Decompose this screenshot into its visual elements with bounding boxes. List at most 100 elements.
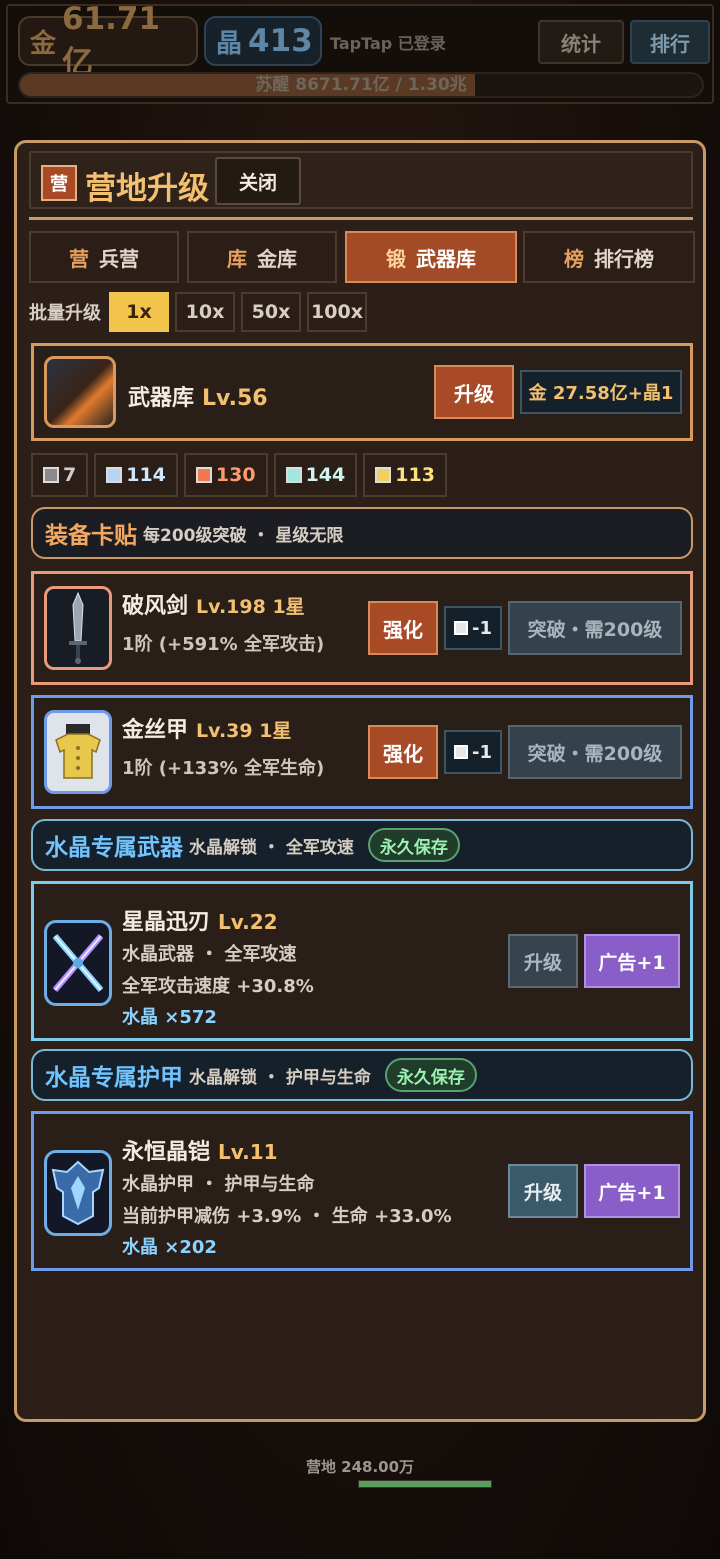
batch-upgrade-row: 批量升级 1x 10x 50x 100x [29, 291, 373, 333]
tab-label: 金库 [257, 246, 297, 271]
material-count: 114 [126, 464, 166, 486]
forge-icon: 锻 [386, 246, 406, 271]
section-title: 装备卡贴 [45, 523, 137, 549]
equipment-section-banner: 装备卡贴 每200级突破 ・ 星级无限 [31, 507, 693, 559]
crystal-weapon-title: 星晶迅刃 Lv.22 [122, 904, 278, 936]
strengthen-button[interactable]: 强化 [368, 601, 438, 655]
equipment-card-sword: 破风剑 Lv.198 1星 1阶 (+591% 全军攻击) 强化 -1 突破・需2… [31, 571, 693, 685]
equipment-title: 金丝甲 Lv.39 1星 [122, 712, 291, 744]
multiplier-1x[interactable]: 1x [109, 292, 169, 332]
camp-upgrade-panel: 营 营地升级 关闭 营 兵营 库 金库 锻 武器库 榜 排行榜 批量升级 1x … [14, 140, 706, 1422]
armor-icon [44, 710, 112, 794]
material-gray: 7 [31, 453, 89, 497]
silver-gem-icon [454, 621, 468, 635]
section-description: 每200级突破 ・ 星级无限 [143, 525, 344, 546]
tab-barracks[interactable]: 营 兵营 [29, 231, 179, 283]
tab-label: 兵营 [99, 246, 139, 271]
section-description: 水晶解锁 ・ 护甲与生命 [189, 1067, 371, 1088]
material-cost-chip: -1 [444, 606, 502, 650]
panel-title: 营地升级 [85, 171, 209, 207]
camp-icon: 营 [41, 165, 77, 201]
close-button[interactable]: 关闭 [215, 157, 301, 205]
camp-hp-bar [358, 1480, 492, 1488]
crystal-armor-level: Lv.11 [218, 1140, 278, 1164]
crystal-armor-icon [44, 1150, 112, 1236]
equipment-name: 金丝甲 [122, 718, 189, 743]
breakthrough-button[interactable]: 突破・需200级 [508, 601, 682, 655]
stats-button[interactable]: 统计 [538, 20, 624, 64]
blue-gem-icon [106, 467, 123, 483]
multiplier-50x[interactable]: 50x [241, 292, 301, 332]
breakthrough-button[interactable]: 突破・需200级 [508, 725, 682, 779]
tab-bar: 营 兵营 库 金库 锻 武器库 榜 排行榜 [29, 231, 695, 283]
barracks-icon: 营 [69, 246, 89, 271]
top-hud: 金 61.71亿 晶 413 TapTap 已登录 统计 排行 苏醒 8671.… [6, 1, 714, 104]
permanent-save-badge: 永久保存 [367, 828, 460, 862]
armory-name: 武器库 [128, 386, 195, 411]
treasury-icon: 库 [227, 246, 247, 271]
crystal-weapon-ad-button[interactable]: 广告+1 [584, 934, 680, 988]
crossed-blades-icon [44, 920, 112, 1006]
equipment-level: Lv.198 1星 [196, 596, 305, 618]
crystal-weapon-level: Lv.22 [218, 910, 278, 934]
awaken-progress-text: 苏醒 8671.71亿 / 1.30兆 [255, 75, 467, 95]
material-blue: 114 [94, 453, 178, 497]
sword-icon [44, 586, 112, 670]
armory-level: Lv.56 [202, 386, 268, 411]
material-count: 144 [305, 464, 346, 486]
crystal-armor-effect: 当前护甲减伤 +3.9% ・ 生命 +33.0% [122, 1206, 452, 1227]
login-status: TapTap 已登录 [330, 34, 446, 53]
awaken-progress-bar: 苏醒 8671.71亿 / 1.30兆 [18, 72, 704, 98]
crystal-counter: 晶 413 [204, 16, 322, 66]
orange-gem-icon [195, 467, 212, 483]
camp-hp-label: 营地 248.00万 [305, 1458, 415, 1476]
silver-gem-icon [454, 745, 468, 759]
strengthen-button[interactable]: 强化 [368, 725, 438, 779]
tab-treasury[interactable]: 库 金库 [187, 231, 337, 283]
header-divider [29, 217, 693, 220]
crystal-weapon-banner: 水晶专属武器 水晶解锁 ・ 全军攻速 永久保存 [31, 819, 693, 871]
gold-gem-icon [375, 467, 392, 483]
equipment-title: 破风剑 Lv.198 1星 [122, 588, 305, 620]
gold-value: 61.71亿 [62, 0, 161, 81]
equipment-effect: 1阶 (+133% 全军生命) [122, 758, 325, 779]
crystal-armor-banner: 水晶专属护甲 水晶解锁 ・ 护甲与生命 永久保存 [31, 1049, 693, 1101]
gray-gem-icon [43, 467, 59, 483]
leaderboard-icon: 榜 [564, 246, 584, 271]
material-cost: -1 [472, 617, 492, 639]
material-count: 130 [215, 464, 256, 486]
crystal-weapon-upgrade-button[interactable]: 升级 [508, 934, 578, 988]
cyan-gem-icon [285, 467, 302, 483]
crystal-armor-type: 水晶护甲 ・ 护甲与生命 [122, 1174, 315, 1195]
equipment-name: 破风剑 [122, 594, 189, 619]
section-title: 水晶专属武器 [45, 835, 183, 861]
crystal-armor-title: 永恒晶铠 Lv.11 [122, 1134, 278, 1166]
equipment-effect: 1阶 (+591% 全军攻击) [122, 634, 325, 655]
section-title: 水晶专属护甲 [45, 1065, 183, 1091]
material-cyan: 144 [273, 453, 358, 497]
crystal-weapon-type: 水晶武器 ・ 全军攻速 [122, 944, 297, 965]
gold-counter: 金 61.71亿 [18, 1, 198, 81]
material-count: 113 [395, 464, 435, 486]
crystal-armor-upgrade-button[interactable]: 升级 [508, 1164, 578, 1218]
multiplier-100x[interactable]: 100x [307, 292, 367, 332]
multiplier-10x[interactable]: 10x [175, 292, 235, 332]
ranking-button[interactable]: 排行 [630, 20, 710, 64]
tab-label: 武器库 [416, 246, 476, 271]
crystal-armor-ad-button[interactable]: 广告+1 [584, 1164, 680, 1218]
material-cost: -1 [472, 741, 492, 763]
camp-hp-fill [359, 1481, 491, 1487]
tab-leaderboard[interactable]: 榜 排行榜 [523, 231, 695, 283]
material-count: 7 [63, 464, 77, 486]
tab-armory[interactable]: 锻 武器库 [345, 231, 517, 283]
armory-card: 武器库 Lv.56 升级 金 27.58亿+晶1 [31, 343, 693, 441]
batch-upgrade-label: 批量升级 [29, 303, 101, 324]
crystal-value: 413 [248, 23, 313, 59]
equipment-level: Lv.39 1星 [196, 720, 292, 742]
crystal-weapon-cost: 水晶 ×572 [122, 1007, 217, 1028]
armory-upgrade-button[interactable]: 升级 [434, 365, 514, 419]
crystal-weapon-card: 星晶迅刃 Lv.22 水晶武器 ・ 全军攻速 全军攻击速度 +30.8% 水晶 ×… [31, 881, 693, 1041]
equipment-card-armor: 金丝甲 Lv.39 1星 1阶 (+133% 全军生命) 强化 -1 突破・需20… [31, 695, 693, 809]
tab-label: 排行榜 [594, 246, 654, 271]
crystal-armor-card: 永恒晶铠 Lv.11 水晶护甲 ・ 护甲与生命 当前护甲减伤 +3.9% ・ 生命… [31, 1111, 693, 1271]
